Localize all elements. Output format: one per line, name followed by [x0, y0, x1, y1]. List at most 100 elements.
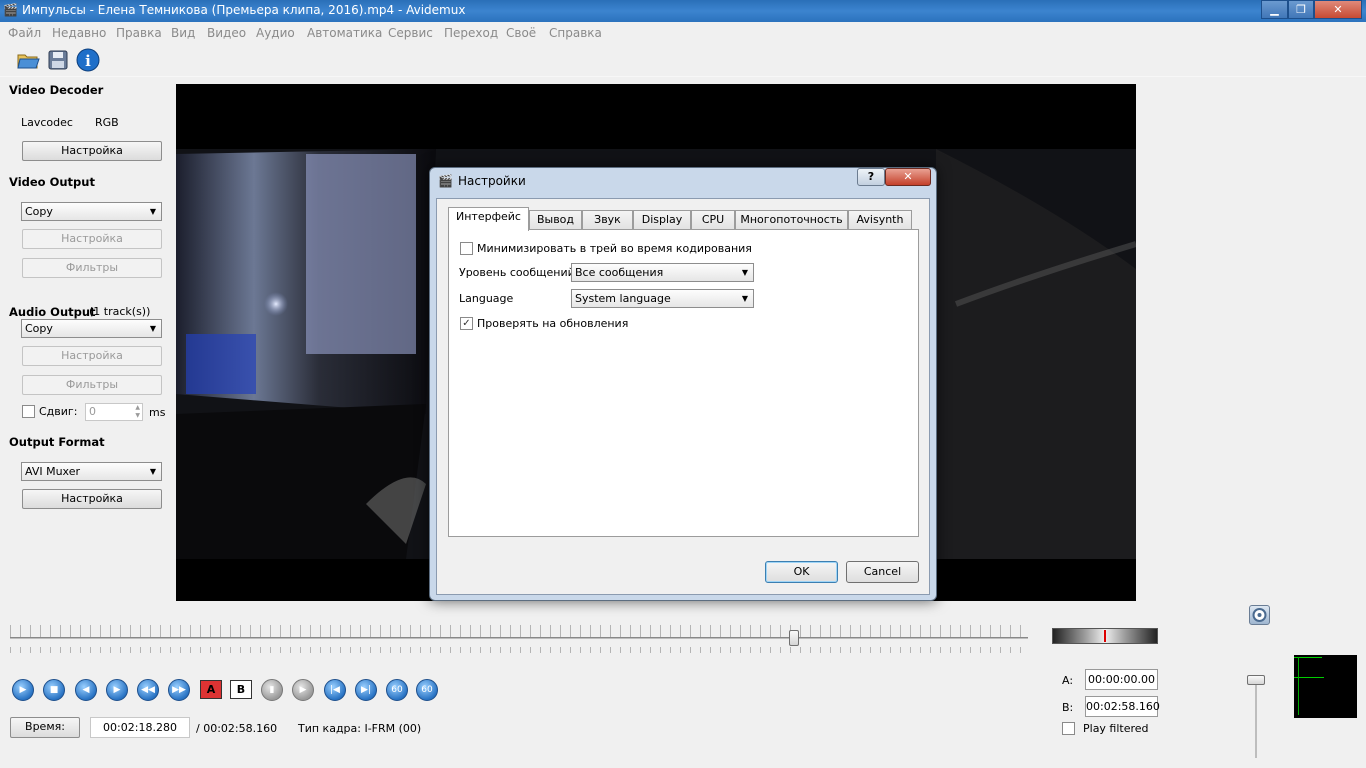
menu-audio[interactable]: Аудио — [256, 26, 295, 40]
tab-display[interactable]: Display — [633, 210, 691, 230]
minimize-tray-checkbox[interactable] — [460, 242, 473, 255]
window-title: Импульсы - Елена Темникова (Премьера кли… — [22, 3, 466, 17]
output-format-title: Output Format — [9, 435, 105, 449]
check-updates-label: Проверять на обновления — [477, 317, 629, 330]
marker-b-field[interactable]: 00:02:58.160 — [1085, 696, 1160, 717]
video-output-select[interactable]: Copy ▼ — [21, 202, 162, 221]
tab-audio[interactable]: Звук — [582, 210, 633, 230]
audio-output-select[interactable]: Copy ▼ — [21, 319, 162, 338]
jog-shuttle[interactable] — [1052, 628, 1158, 644]
menu-tools[interactable]: Сервис — [388, 26, 433, 40]
checkmark-icon: ✓ — [462, 318, 471, 329]
timeline-ticks-top — [10, 625, 1028, 637]
language-value: System language — [575, 292, 671, 305]
cut-button[interactable]: ▮ — [261, 679, 283, 701]
toolbar: i — [0, 43, 1366, 77]
tab-multithreading[interactable]: Многопоточность — [735, 210, 848, 230]
shift-input[interactable]: 0 ▲ ▼ — [85, 403, 143, 421]
volume-slider-thumb[interactable] — [1247, 675, 1265, 685]
interface-tab-pane: Минимизировать в трей во время кодирован… — [448, 229, 919, 537]
close-button[interactable]: ✕ — [1314, 0, 1362, 19]
goto-start-button[interactable]: |◀ — [324, 679, 346, 701]
message-level-value: Все сообщения — [575, 266, 664, 279]
video-output-title: Video Output — [9, 175, 95, 189]
tab-cpu[interactable]: CPU — [691, 210, 735, 230]
tab-avisynth[interactable]: Avisynth — [848, 210, 912, 230]
ok-button[interactable]: OK — [765, 561, 838, 583]
play-filtered-checkbox[interactable] — [1062, 722, 1075, 735]
menu-view[interactable]: Вид — [171, 26, 195, 40]
video-output-value: Copy — [25, 205, 53, 218]
audio-output-value: Copy — [25, 322, 53, 335]
set-marker-b-icon[interactable]: B — [230, 680, 252, 699]
video-filters-button[interactable]: Фильтры — [22, 258, 162, 278]
timeline-ticks-bottom — [10, 647, 1028, 653]
tab-output[interactable]: Вывод — [529, 210, 582, 230]
message-level-select[interactable]: Все сообщения ▼ — [571, 263, 754, 282]
decoder-config-button[interactable]: Настройка — [22, 141, 162, 161]
seek-bar[interactable] — [10, 637, 1028, 639]
frame-type: Тип кадра: I-FRM (00) — [298, 722, 422, 735]
prev-keyframe-button[interactable]: ◀◀ — [137, 679, 159, 701]
marker-a-field[interactable]: 00:00:00.00 — [1085, 669, 1158, 690]
audio-filters-button[interactable]: Фильтры — [22, 375, 162, 395]
marker-a-label: A: — [1062, 674, 1074, 687]
next-keyframe-button[interactable]: ▶▶ — [168, 679, 190, 701]
minimize-tray-label: Минимизировать в трей во время кодирован… — [477, 242, 752, 255]
next-frame-button[interactable]: ▶ — [106, 679, 128, 701]
time-button[interactable]: Время: — [10, 717, 80, 738]
open-folder-icon[interactable] — [16, 48, 40, 72]
dialog-help-button[interactable]: ? — [857, 168, 885, 186]
language-select[interactable]: System language ▼ — [571, 289, 754, 308]
menu-video[interactable]: Видео — [207, 26, 246, 40]
cancel-button[interactable]: Cancel — [846, 561, 919, 583]
audio-tracks: (1 track(s)) — [89, 305, 151, 318]
chevron-down-icon: ▼ — [741, 294, 748, 303]
menu-custom[interactable]: Своё — [506, 26, 536, 40]
jog-marker — [1104, 630, 1106, 642]
play-button[interactable]: ▶ — [12, 679, 34, 701]
menu-file[interactable]: Файл — [8, 26, 41, 40]
current-time-field[interactable]: 00:02:18.280 — [90, 717, 190, 738]
menu-recent[interactable]: Недавно — [52, 26, 106, 40]
save-icon[interactable] — [46, 48, 70, 72]
output-format-select[interactable]: AVI Muxer ▼ — [21, 462, 162, 481]
decoder-format: RGB — [95, 116, 119, 129]
prev-frame-button[interactable]: ◀ — [75, 679, 97, 701]
dialog-close-button[interactable]: ✕ — [885, 168, 931, 186]
video-config-button[interactable]: Настройка — [22, 229, 162, 249]
audio-config-button[interactable]: Настройка — [22, 346, 162, 366]
audio-meter-toggle[interactable] — [1249, 605, 1270, 625]
play-filtered-label: Play filtered — [1083, 722, 1149, 735]
menu-edit[interactable]: Правка — [116, 26, 162, 40]
back-60s-button[interactable]: 60 — [386, 679, 408, 701]
shift-value: 0 — [89, 405, 96, 418]
maximize-button[interactable]: ❐ — [1288, 0, 1314, 19]
forward-60s-button[interactable]: 60 — [416, 679, 438, 701]
shift-unit: ms — [149, 406, 166, 419]
menu-auto[interactable]: Автоматика — [307, 26, 382, 40]
video-decoder-title: Video Decoder — [9, 83, 104, 97]
minimize-button[interactable]: ▁ — [1261, 0, 1288, 19]
decoder-codec: Lavcodec — [21, 116, 73, 129]
set-marker-a-icon[interactable]: A — [200, 680, 222, 699]
shift-checkbox[interactable] — [22, 405, 35, 418]
format-config-button[interactable]: Настройка — [22, 489, 162, 509]
chevron-down-icon: ▼ — [741, 268, 748, 277]
speaker-icon — [1252, 608, 1267, 622]
tab-interface[interactable]: Интерфейс — [448, 207, 529, 231]
audio-meter — [1294, 655, 1357, 718]
chevron-down-icon: ▼ — [149, 467, 156, 476]
spin-arrows-icon[interactable]: ▲ ▼ — [135, 404, 140, 420]
chevron-down-icon: ▼ — [149, 324, 156, 333]
paste-button[interactable]: ▶ — [292, 679, 314, 701]
info-icon[interactable]: i — [76, 48, 100, 72]
menu-go[interactable]: Переход — [444, 26, 498, 40]
stop-button[interactable]: ■ — [43, 679, 65, 701]
goto-end-button[interactable]: ▶| — [355, 679, 377, 701]
title-bar: 🎬 Импульсы - Елена Темникова (Премьера к… — [0, 0, 1366, 22]
seek-slider-thumb[interactable] — [788, 630, 799, 646]
check-updates-checkbox[interactable]: ✓ — [460, 317, 473, 330]
language-label: Language — [459, 292, 514, 305]
menu-help[interactable]: Справка — [549, 26, 602, 40]
